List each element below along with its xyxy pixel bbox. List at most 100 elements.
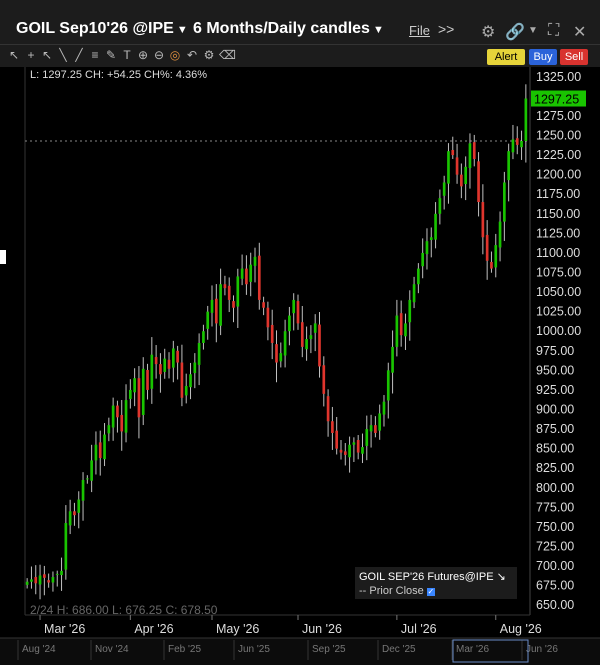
candle[interactable] xyxy=(472,142,476,159)
candle[interactable] xyxy=(137,378,141,418)
candle[interactable] xyxy=(47,580,50,583)
candle[interactable] xyxy=(163,358,167,372)
candle[interactable] xyxy=(464,166,467,185)
candle[interactable] xyxy=(434,213,437,240)
candle[interactable] xyxy=(348,444,351,458)
candle[interactable] xyxy=(339,449,343,453)
candle[interactable] xyxy=(245,268,248,285)
candle[interactable] xyxy=(154,357,158,365)
candle[interactable] xyxy=(257,255,261,300)
candle[interactable] xyxy=(43,574,46,578)
candle[interactable] xyxy=(189,374,192,388)
candle[interactable] xyxy=(55,573,59,575)
candle[interactable] xyxy=(309,335,313,340)
candle[interactable] xyxy=(408,299,412,323)
candle[interactable] xyxy=(214,298,218,324)
candle[interactable] xyxy=(30,579,33,582)
candle[interactable] xyxy=(253,256,257,266)
candle[interactable] xyxy=(111,405,115,428)
candle[interactable] xyxy=(171,348,175,368)
candle[interactable] xyxy=(503,182,506,222)
candle[interactable] xyxy=(399,313,403,336)
candle[interactable] xyxy=(356,440,360,453)
candle[interactable] xyxy=(180,362,184,398)
candle[interactable] xyxy=(223,284,227,289)
candle[interactable] xyxy=(494,245,498,268)
candle[interactable] xyxy=(369,425,373,432)
candle[interactable] xyxy=(300,322,304,347)
candle[interactable] xyxy=(485,234,489,261)
candle[interactable] xyxy=(322,365,326,394)
candle[interactable] xyxy=(25,581,29,585)
candle[interactable] xyxy=(266,307,270,328)
candle[interactable] xyxy=(318,324,321,367)
candle[interactable] xyxy=(107,425,111,434)
candle[interactable] xyxy=(232,301,235,308)
candle[interactable] xyxy=(288,315,291,332)
candle[interactable] xyxy=(262,302,265,308)
chart-legend[interactable]: GOIL SEP'26 Futures@IPE ↘ -- Prior Close… xyxy=(355,567,517,599)
candle[interactable] xyxy=(270,324,274,343)
candle[interactable] xyxy=(103,434,106,460)
candle[interactable] xyxy=(64,523,68,570)
candle[interactable] xyxy=(197,342,201,365)
candle[interactable] xyxy=(81,479,85,501)
candle[interactable] xyxy=(477,161,480,203)
candle[interactable] xyxy=(520,140,523,148)
candle[interactable] xyxy=(124,400,128,433)
candle[interactable] xyxy=(51,577,55,583)
candle[interactable] xyxy=(331,421,334,433)
candle[interactable] xyxy=(382,401,386,415)
candle[interactable] xyxy=(391,346,394,373)
checkbox-icon[interactable]: ✓ xyxy=(426,588,435,596)
candle[interactable] xyxy=(240,268,244,279)
candle[interactable] xyxy=(412,284,416,303)
candle[interactable] xyxy=(279,353,283,362)
candle[interactable] xyxy=(498,221,502,248)
candle[interactable] xyxy=(378,413,382,431)
candle[interactable] xyxy=(73,511,76,516)
candle[interactable] xyxy=(326,396,330,422)
candle[interactable] xyxy=(275,344,278,363)
candle[interactable] xyxy=(219,284,222,326)
candle[interactable] xyxy=(116,405,119,418)
candle[interactable] xyxy=(395,315,399,347)
candle[interactable] xyxy=(386,370,390,401)
candle[interactable] xyxy=(507,151,510,181)
candle[interactable] xyxy=(442,182,446,196)
candle[interactable] xyxy=(38,575,42,585)
candle[interactable] xyxy=(417,268,420,285)
candle[interactable] xyxy=(468,143,472,168)
candle[interactable] xyxy=(184,386,188,396)
candle[interactable] xyxy=(86,478,89,480)
candle[interactable] xyxy=(167,359,171,369)
candle[interactable] xyxy=(133,378,136,393)
legend-prior-close[interactable]: -- Prior Close ✓ xyxy=(359,585,435,597)
candle[interactable] xyxy=(292,299,296,314)
candle[interactable] xyxy=(460,174,463,187)
candle[interactable] xyxy=(305,339,308,350)
candle[interactable] xyxy=(193,362,197,374)
candle[interactable] xyxy=(511,139,515,153)
candle[interactable] xyxy=(159,364,162,375)
candle[interactable] xyxy=(202,331,205,343)
candle[interactable] xyxy=(335,430,339,449)
candle[interactable] xyxy=(141,368,145,415)
candle[interactable] xyxy=(120,414,124,432)
candle[interactable] xyxy=(34,577,38,584)
candle[interactable] xyxy=(60,570,63,576)
candlestick-chart[interactable]: 1325.001300.001275.001250.001225.001200.… xyxy=(0,0,600,665)
candle[interactable] xyxy=(455,157,459,175)
candle[interactable] xyxy=(77,499,81,513)
candle[interactable] xyxy=(68,511,72,526)
candle[interactable] xyxy=(343,451,347,455)
candle[interactable] xyxy=(98,442,102,459)
candle[interactable] xyxy=(249,264,253,282)
candle[interactable] xyxy=(176,350,179,363)
candle[interactable] xyxy=(94,444,98,461)
candle[interactable] xyxy=(374,425,377,433)
candle[interactable] xyxy=(146,369,149,390)
candle[interactable] xyxy=(236,276,240,307)
candle[interactable] xyxy=(283,331,287,356)
candle[interactable] xyxy=(481,202,485,238)
